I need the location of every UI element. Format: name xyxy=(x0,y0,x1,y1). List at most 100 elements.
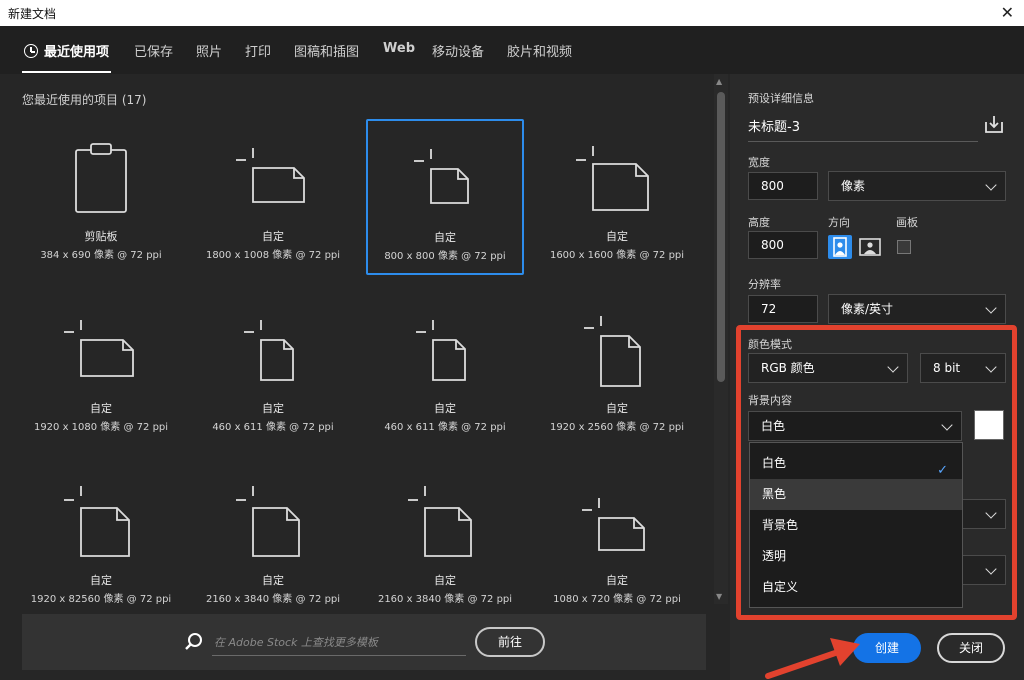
width-unit-select[interactable]: 像素 xyxy=(828,171,1006,201)
preset-item[interactable]: 自定 1600 x 1600 像素 @ 72 ppi xyxy=(538,120,696,276)
preset-name: 自定 xyxy=(262,230,284,243)
preset-item[interactable]: 自定 1920 x 1080 像素 @ 72 ppi xyxy=(22,292,180,448)
portrait-doc-icon xyxy=(244,320,294,381)
chevron-down-icon xyxy=(985,179,997,191)
scroll-up-icon[interactable]: ▲ xyxy=(716,77,722,86)
preset-name: 自定 xyxy=(262,402,284,415)
active-tab-indicator xyxy=(22,71,111,73)
dropdown-option-black[interactable]: 黑色 xyxy=(750,479,962,510)
square-doc-icon xyxy=(576,146,649,211)
preset-item[interactable]: 自定 460 x 611 像素 @ 72 ppi xyxy=(194,292,352,448)
preset-name: 自定 xyxy=(434,574,456,587)
preset-name: 自定 xyxy=(262,574,284,587)
preset-name: 自定 xyxy=(606,402,628,415)
document-name-field[interactable]: 未标题-3 xyxy=(748,116,978,142)
clipboard-icon xyxy=(75,143,127,213)
chevron-down-icon xyxy=(985,563,997,575)
scroll-thumb[interactable] xyxy=(717,92,725,382)
portrait-doc-icon xyxy=(416,320,466,381)
tab-art-illustration[interactable]: 图稿和插图 xyxy=(294,41,359,60)
height-label: 高度 xyxy=(748,216,770,229)
preset-item[interactable]: 自定 2160 x 3840 像素 @ 72 ppi xyxy=(194,464,352,620)
preset-size: 1920 x 1080 像素 @ 72 ppi xyxy=(33,422,169,433)
orientation-label: 方向 xyxy=(828,216,850,229)
resolution-unit-value: 像素/英寸 xyxy=(841,302,894,316)
color-mode-select[interactable]: RGB 颜色 xyxy=(748,353,908,383)
option-label: 白色 xyxy=(762,456,787,470)
preset-item[interactable]: 自定 460 x 611 像素 @ 72 ppi xyxy=(366,292,524,448)
preset-name: 自定 xyxy=(606,574,628,587)
preset-item[interactable]: 自定 1080 x 720 像素 @ 72 ppi xyxy=(538,464,696,620)
portrait-doc-icon xyxy=(236,486,300,557)
tab-mobile[interactable]: 移动设备 xyxy=(432,41,484,60)
preset-size: 1600 x 1600 像素 @ 72 ppi xyxy=(549,250,685,261)
preset-name: 自定 xyxy=(434,231,456,244)
dropdown-option-custom[interactable]: 自定义 xyxy=(750,572,962,603)
stock-search-bar: 在 Adobe Stock 上查找更多模板 前往 xyxy=(22,614,706,670)
landscape-doc-icon xyxy=(582,498,645,551)
preset-item[interactable]: 剪贴板 384 x 690 像素 @ 72 ppi xyxy=(22,120,180,276)
preset-size: 2160 x 3840 像素 @ 72 ppi xyxy=(205,594,341,605)
color-mode-value: RGB 颜色 xyxy=(761,361,815,375)
tab-web[interactable]: Web xyxy=(383,41,415,56)
preset-size: 460 x 611 像素 @ 72 ppi xyxy=(212,422,334,433)
tab-print[interactable]: 打印 xyxy=(245,41,271,60)
close-button[interactable]: 关闭 xyxy=(937,633,1005,663)
portrait-orientation-icon[interactable] xyxy=(828,235,852,259)
tab-saved[interactable]: 已保存 xyxy=(134,41,173,60)
bit-depth-select[interactable]: 8 bit xyxy=(920,353,1006,383)
preset-size: 460 x 611 像素 @ 72 ppi xyxy=(384,422,506,433)
width-input[interactable]: 800 xyxy=(748,172,818,200)
search-icon xyxy=(185,633,202,650)
color-mode-label: 颜色模式 xyxy=(748,338,792,351)
dropdown-option-transparent[interactable]: 透明 xyxy=(750,541,962,572)
width-unit-value: 像素 xyxy=(841,179,866,193)
preset-size: 800 x 800 像素 @ 72 ppi xyxy=(384,251,506,262)
preset-item[interactable]: 自定 2160 x 3840 像素 @ 72 ppi xyxy=(366,464,524,620)
clock-icon xyxy=(24,44,38,58)
square-doc-icon xyxy=(414,149,469,204)
preset-item[interactable]: 自定 1920 x 82560 像素 @ 72 ppi xyxy=(22,464,180,620)
background-value: 白色 xyxy=(761,419,786,433)
preset-size: 1920 x 2560 像素 @ 72 ppi xyxy=(549,422,685,433)
preset-item-selected[interactable]: 自定 800 x 800 像素 @ 72 ppi xyxy=(366,119,524,275)
height-input[interactable]: 800 xyxy=(748,231,818,259)
close-icon[interactable]: ✕ xyxy=(1001,3,1014,22)
preset-name: 自定 xyxy=(434,402,456,415)
annotation-arrow-icon xyxy=(765,638,860,679)
preset-item[interactable]: 自定 1920 x 2560 像素 @ 72 ppi xyxy=(538,292,696,448)
window-title: 新建文档 xyxy=(8,7,57,21)
chevron-down-icon xyxy=(887,361,899,373)
landscape-doc-icon xyxy=(64,320,134,377)
preset-name: 自定 xyxy=(90,574,112,587)
details-section-label: 预设详细信息 xyxy=(748,92,814,105)
preset-size: 1080 x 720 像素 @ 72 ppi xyxy=(553,594,681,605)
portrait-doc-icon xyxy=(64,486,130,557)
scroll-down-icon[interactable]: ▼ xyxy=(716,592,722,601)
title-bar: 新建文档 ✕ xyxy=(0,0,1024,26)
recent-presets-panel: 您最近使用的项目 (17) 剪贴板 384 x 690 像素 @ 72 ppi … xyxy=(0,74,730,680)
preset-name: 剪贴板 xyxy=(84,230,118,243)
background-select[interactable]: 白色 xyxy=(748,411,962,441)
landscape-orientation-icon[interactable] xyxy=(858,235,882,259)
background-dropdown: 白色 ✓ 黑色 背景色 透明 自定义 xyxy=(749,442,963,608)
artboard-label: 画板 xyxy=(896,216,918,229)
chevron-down-icon xyxy=(985,507,997,519)
preset-name: 自定 xyxy=(606,230,628,243)
preset-scrollbar[interactable]: ▲ ▼ xyxy=(714,74,728,604)
stock-search-input[interactable]: 在 Adobe Stock 上查找更多模板 xyxy=(212,626,466,656)
dropdown-option-background[interactable]: 背景色 xyxy=(750,510,962,541)
artboard-checkbox[interactable] xyxy=(897,240,911,254)
save-preset-icon[interactable] xyxy=(984,114,1004,134)
preset-item[interactable]: 自定 1800 x 1008 像素 @ 72 ppi xyxy=(194,120,352,276)
stock-go-button[interactable]: 前往 xyxy=(475,627,545,657)
tab-label: 最近使用项 xyxy=(44,45,110,60)
tab-recent[interactable]: 最近使用项 xyxy=(24,41,109,60)
resolution-unit-select[interactable]: 像素/英寸 xyxy=(828,294,1006,324)
tab-photo[interactable]: 照片 xyxy=(196,41,222,60)
resolution-input[interactable]: 72 xyxy=(748,295,818,323)
dropdown-option-white[interactable]: 白色 ✓ xyxy=(750,448,962,479)
tab-film-video[interactable]: 胶片和视频 xyxy=(507,41,572,60)
portrait-doc-icon xyxy=(408,486,472,557)
background-color-swatch[interactable] xyxy=(974,410,1004,440)
